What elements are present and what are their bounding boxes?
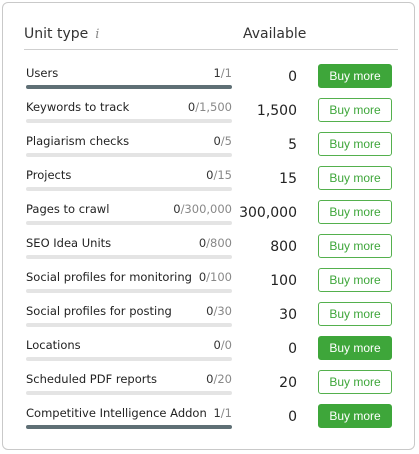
- usage-limit: /30: [213, 304, 232, 318]
- unit-label: Plagiarism checks: [26, 134, 130, 148]
- usage-count: 0/800: [199, 236, 232, 250]
- usage-progress-bar: [26, 85, 232, 89]
- buy-more-button[interactable]: Buy more: [318, 200, 392, 224]
- buy-more-button[interactable]: Buy more: [318, 234, 392, 258]
- usage-limit: /5: [220, 134, 232, 148]
- usage-progress-bar: [26, 255, 232, 259]
- buy-more-button[interactable]: Buy more: [318, 268, 392, 292]
- unit-label: Pages to crawl: [26, 202, 110, 216]
- buy-more-button[interactable]: Buy more: [318, 132, 392, 156]
- buy-more-button[interactable]: Buy more: [318, 64, 392, 88]
- available-count: 100: [270, 273, 297, 289]
- usage-count: 0/5: [213, 134, 232, 148]
- usage-count: 0/20: [206, 372, 232, 386]
- usage-progress-bar: [26, 357, 232, 361]
- buy-more-button[interactable]: Buy more: [318, 404, 392, 428]
- usage-count: 0/30: [206, 304, 232, 318]
- usage-count: 1/1: [213, 406, 232, 420]
- available-count: 30: [279, 307, 297, 323]
- unit-row: Users 1/1 0 Buy more: [24, 64, 394, 98]
- usage-progress-fill: [26, 425, 232, 429]
- usage-limit: /100: [206, 270, 232, 284]
- available-count: 300,000: [239, 205, 297, 221]
- unit-row: Locations 0/0 0 Buy more: [24, 336, 394, 370]
- usage-limit: /1,500: [195, 100, 232, 114]
- usage-progress-fill: [26, 85, 232, 89]
- unit-label: Keywords to track: [26, 100, 130, 114]
- unit-row: Keywords to track 0/1,500 1,500 Buy more: [24, 98, 394, 132]
- unit-type-header: Unit type i: [24, 26, 99, 42]
- unit-label: Social profiles for posting: [26, 304, 172, 318]
- usage-count: 0/300,000: [173, 202, 232, 216]
- usage-count: 0/15: [206, 168, 232, 182]
- available-count: 0: [288, 69, 297, 85]
- usage-progress-bar: [26, 323, 232, 327]
- unit-row: Competitive Intelligence Addon 1/1 0 Buy mo…: [24, 404, 394, 438]
- usage-progress-bar: [26, 187, 232, 191]
- unit-label: Users: [26, 66, 59, 80]
- buy-more-button[interactable]: Buy more: [318, 166, 392, 190]
- usage-count: 0/0: [213, 338, 232, 352]
- available-count: 1,500: [256, 103, 297, 119]
- usage-limit: /0: [220, 338, 232, 352]
- usage-used: 0: [213, 134, 221, 148]
- buy-more-button[interactable]: Buy more: [318, 302, 392, 326]
- table-header: Unit type i Available: [24, 25, 398, 50]
- available-count: 0: [288, 409, 297, 425]
- unit-row: Plagiarism checks 0/5 5 Buy more: [24, 132, 394, 166]
- unit-row: Pages to crawl 0/300,000 300,000 Buy more: [24, 200, 394, 234]
- unit-label: SEO Idea Units: [26, 236, 112, 250]
- unit-row: Projects 0/15 15 Buy more: [24, 166, 394, 200]
- unit-label: Social profiles for monitoring: [26, 270, 192, 284]
- usage-limit: /300,000: [180, 202, 232, 216]
- usage-limit: /20: [213, 372, 232, 386]
- unit-row: Social profiles for monitoring 0/100 100 Bu…: [24, 268, 394, 302]
- usage-used: 1: [213, 406, 221, 420]
- buy-more-button[interactable]: Buy more: [318, 370, 392, 394]
- usage-progress-bar: [26, 425, 232, 429]
- unit-label: Scheduled PDF reports: [26, 372, 157, 386]
- buy-more-button[interactable]: Buy more: [318, 98, 392, 122]
- unit-label: Competitive Intelligence Addon: [26, 406, 207, 420]
- usage-progress-bar: [26, 289, 232, 293]
- unit-row: Scheduled PDF reports 0/20 20 Buy more: [24, 370, 394, 404]
- available-count: 0: [288, 341, 297, 357]
- usage-progress-bar: [26, 119, 232, 123]
- unit-row: Social profiles for posting 0/30 30 Buy mor…: [24, 302, 394, 336]
- available-count: 800: [270, 239, 297, 255]
- usage-progress-bar: [26, 391, 232, 395]
- available-header: Available: [243, 26, 307, 42]
- usage-limit: /1: [220, 66, 232, 80]
- info-icon[interactable]: i: [95, 27, 99, 42]
- usage-limit: /15: [213, 168, 232, 182]
- unit-row: SEO Idea Units 0/800 800 Buy more: [24, 234, 394, 268]
- available-count: 15: [279, 171, 297, 187]
- available-count: 5: [288, 137, 297, 153]
- usage-limit: /1: [220, 406, 232, 420]
- usage-used: 1: [213, 66, 221, 80]
- usage-limit: /800: [206, 236, 232, 250]
- usage-used: 0: [213, 338, 221, 352]
- usage-progress-bar: [26, 153, 232, 157]
- usage-progress-bar: [26, 221, 232, 225]
- unit-type-header-label: Unit type: [24, 26, 89, 42]
- usage-used: 0: [173, 202, 181, 216]
- usage-count: 0/100: [199, 270, 232, 284]
- usage-count: 0/1,500: [188, 100, 232, 114]
- available-count: 20: [279, 375, 297, 391]
- buy-more-button[interactable]: Buy more: [318, 336, 392, 360]
- unit-label: Locations: [26, 338, 81, 352]
- unit-label: Projects: [26, 168, 72, 182]
- usage-count: 1/1: [213, 66, 232, 80]
